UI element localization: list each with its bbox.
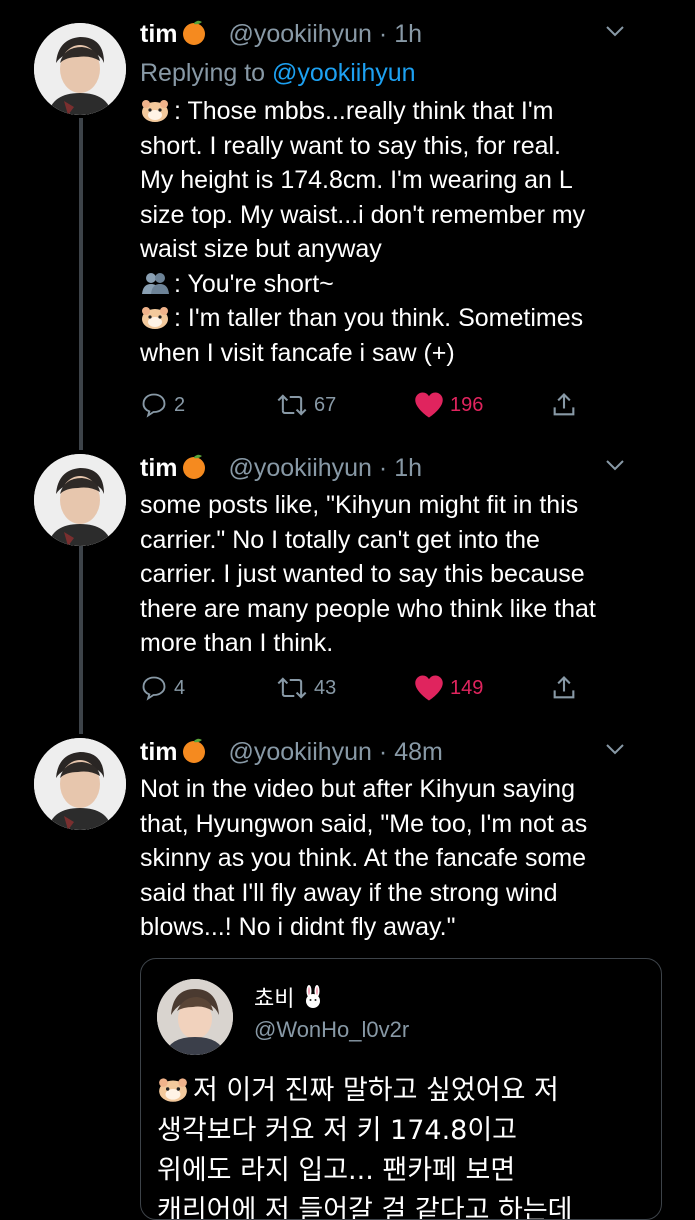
like-button[interactable]: 149 (414, 671, 483, 705)
quoted-user-handle[interactable]: @WonHo_l0v2r (254, 1017, 409, 1043)
tweet-line: said that I'll fly away if the strong wi… (140, 878, 558, 907)
tweet-line: carrier." No I totally can't get into th… (140, 525, 540, 554)
tweet-line: : Those mbbs...really think that I'm (140, 94, 655, 129)
reply-button[interactable]: 4 (140, 671, 185, 705)
profile-photo-icon (34, 23, 126, 115)
chevron-down-icon[interactable] (605, 458, 625, 472)
separator-dot: · (371, 454, 395, 482)
reply-button[interactable]: 2 (140, 388, 185, 422)
tweet-line: when I visit fancafe i saw (+) (140, 338, 455, 367)
profile-photo-icon (157, 979, 233, 1055)
avatar[interactable] (34, 23, 126, 115)
retweet-button[interactable]: 43 (276, 671, 336, 705)
retweet-count: 43 (314, 676, 337, 699)
tweet-line: more than I think. (140, 629, 334, 657)
quoted-tweet[interactable]: 쵸비 @WonHo_l0v2r 저 이거 진짜 말하고 싶었어요 저 생각보다 … (140, 958, 662, 1220)
tweet-line: : I'm taller than you think. Sometimes (140, 301, 655, 336)
tweet-line: skinny as you think. At the fancafe some (140, 844, 587, 872)
tweet-line: size top. My waist...i don't remember my (140, 200, 586, 229)
tweet-actions: 2 67 196 (140, 388, 600, 422)
quoted-line-text: 저 이거 진짜 말하고 싶었어요 저 (193, 1075, 559, 1106)
user-handle[interactable]: @yookiihyun (228, 20, 372, 48)
replying-to-label: Replying to (140, 59, 266, 87)
chevron-down-icon[interactable] (605, 742, 625, 756)
like-count: 196 (450, 393, 484, 416)
reply-count: 2 (174, 393, 186, 416)
tweet-text: some posts like, "Kihyun might fit in th… (140, 488, 655, 661)
tweet-line: carrier. I just wanted to say this becau… (140, 560, 585, 588)
avatar[interactable] (34, 454, 126, 546)
tangerine-icon (180, 18, 208, 45)
tweet-line: Not in the video but after Kihyun saying (140, 775, 575, 803)
tweet-line-text: : I'm taller than you think. Sometimes (174, 304, 584, 332)
separator-dot: · (371, 738, 395, 766)
avatar[interactable] (34, 738, 126, 830)
quoted-name-text: 쵸비 (254, 986, 295, 1011)
quoted-tweet-text: 저 이거 진짜 말하고 싶었어요 저 생각보다 커요 저 키 174.8이고 위… (157, 1071, 647, 1220)
tweet-text: : Those mbbs...really think that I'm sho… (140, 94, 655, 370)
rabbit-icon (301, 985, 325, 1015)
heart-filled-icon (415, 675, 443, 701)
share-button[interactable] (550, 671, 578, 705)
share-icon (553, 393, 575, 416)
quoted-line: 위에도 라지 입고... 팬카페 보면 (157, 1155, 516, 1186)
tweet-actions: 4 43 149 (140, 671, 600, 705)
quoted-user-name[interactable]: 쵸비 (254, 981, 325, 1015)
like-button[interactable]: 196 (414, 388, 483, 422)
reply-icon (142, 676, 166, 701)
reply-count: 4 (174, 676, 186, 699)
quoted-line: 캐리어에 저 들어갈 걸 같다고 하는데 (157, 1195, 573, 1220)
separator-dot: · (371, 20, 395, 48)
tweet-line: there are many people who think like tha… (140, 594, 596, 623)
tweet-line: : You're short~ (140, 267, 655, 302)
tweet[interactable]: tim @yookiihyun · 1h Replying to @yookii… (0, 0, 695, 450)
replying-to-link[interactable]: @yookiihyun (272, 59, 416, 87)
tweet-line-text: : Those mbbs...really think that I'm (174, 97, 554, 125)
timestamp[interactable]: 1h (394, 20, 422, 48)
replying-to: Replying to @yookiihyun (140, 56, 655, 90)
like-count: 149 (450, 676, 484, 699)
share-button[interactable] (550, 388, 578, 422)
chevron-down-icon[interactable] (605, 24, 625, 38)
tweet[interactable]: tim @yookiihyun · 1h some posts like, "K… (0, 450, 695, 734)
user-handle[interactable]: @yookiihyun (228, 454, 372, 482)
quoted-avatar[interactable] (157, 979, 233, 1055)
user-name[interactable]: tim (140, 738, 178, 766)
tweet-text: Not in the video but after Kihyun saying… (140, 772, 655, 945)
timestamp[interactable]: 48m (394, 738, 443, 766)
profile-photo-icon (34, 454, 126, 546)
hamster-icon (140, 97, 170, 123)
tweet-line: short. I really want to say this, for re… (140, 131, 561, 160)
tangerine-icon (180, 452, 208, 479)
tweet-line: some posts like, "Kihyun might fit in th… (140, 491, 579, 519)
retweet-button[interactable]: 67 (276, 388, 336, 422)
user-name[interactable]: tim (140, 454, 178, 482)
reply-icon (142, 393, 166, 418)
user-name[interactable]: tim (140, 20, 178, 48)
tweet-line: waist size but anyway (140, 235, 382, 263)
retweet-icon (277, 394, 307, 416)
quoted-line: 저 이거 진짜 말하고 싶었어요 저 (157, 1071, 647, 1111)
busts-icon (140, 270, 170, 296)
heart-filled-icon (415, 392, 443, 418)
tweet-line: that, Hyungwon said, "Me too, I'm not as (140, 809, 588, 838)
quoted-line: 생각보다 커요 저 키 174.8이고 (157, 1115, 518, 1146)
tweet-line: blows...! No i didnt fly away." (140, 913, 456, 941)
profile-photo-icon (34, 738, 126, 830)
share-icon (553, 676, 575, 699)
hamster-icon (140, 304, 170, 330)
tweet-line: My height is 174.8cm. I'm wearing an L (140, 166, 573, 194)
tweet-line-text: : You're short~ (174, 269, 334, 298)
hamster-icon (157, 1075, 189, 1103)
tangerine-icon (180, 736, 208, 763)
user-handle[interactable]: @yookiihyun (228, 738, 372, 766)
retweet-count: 67 (314, 393, 337, 416)
retweet-icon (277, 677, 307, 699)
timestamp[interactable]: 1h (394, 454, 422, 482)
